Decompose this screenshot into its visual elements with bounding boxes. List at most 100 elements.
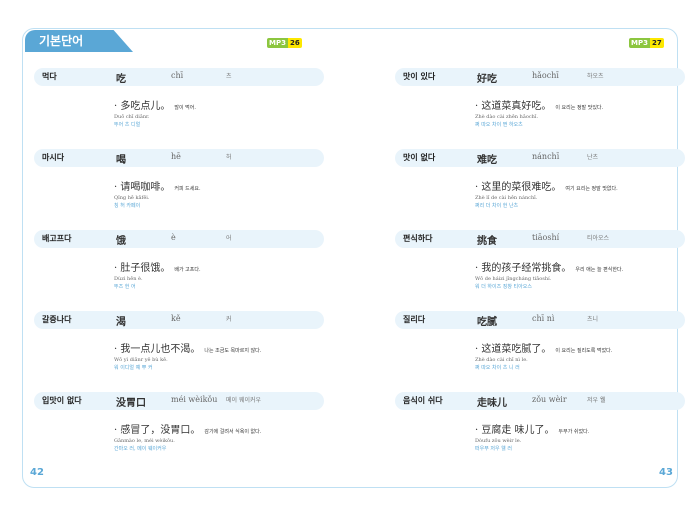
mp3-badge-right[interactable]: MP3 27 — [629, 38, 664, 48]
example-pronunciation: 뚜어 츠 디얼 — [114, 122, 141, 128]
example-sentence: · 我的孩子经常挑食。 우리 애는 늘 편식한다. Wǒ de háizi jīng… — [475, 256, 623, 290]
mp3-label: MP3 — [629, 38, 650, 48]
example-sentence: · 多吃点儿。 많이 먹어. Duō chī diǎnr. 뚜어 츠 디얼 — [114, 94, 196, 128]
example-translation: 이 요리는 정말 맛있다. — [555, 105, 604, 111]
chinese-word: 难吃 — [477, 155, 497, 166]
mp3-badge-left[interactable]: MP3 26 — [267, 38, 302, 48]
korean-word: 음식이 쉬다 — [403, 396, 443, 405]
chinese-word: 走味儿 — [477, 398, 507, 409]
mp3-track-number: 26 — [287, 38, 302, 48]
vocab-entry: 먹다 吃 chī 츠 · 多吃点儿。 많이 먹어. Duō chī diǎnr. 뚜어 츠 디… — [34, 68, 324, 150]
example-chinese: · 感冒了，没胃口。 — [114, 425, 201, 436]
korean-pronunciation: 어 — [226, 235, 232, 242]
chinese-word: 没胃口 — [116, 398, 146, 409]
example-pronunciation: 워 더 하이즈 징창 티아오스 — [475, 284, 532, 290]
example-sentence: · 我一点儿也不渴。 나는 조금도 목마르지 않다. Wǒ yì diǎnr yě … — [114, 337, 261, 371]
vocab-entry: 맛이 없다 难吃 nánchī 난츠 · 这里的菜很难吃。 여기 요리는 정말 맛없다. Z… — [395, 149, 685, 231]
example-translation: 이 요리는 질리도록 먹었다. — [555, 348, 613, 354]
pinyin: nánchī — [532, 152, 560, 161]
page-number-right: 43 — [659, 467, 673, 478]
korean-word: 맛이 없다 — [403, 153, 436, 162]
chinese-word: 吃腻 — [477, 317, 497, 328]
korean-word: 맛이 있다 — [403, 72, 436, 81]
example-pronunciation: 쩌리 더 차이 헌 난츠 — [475, 203, 519, 209]
example-pronunciation: 쩌 따오 차이 쩐 하오츠 — [475, 122, 523, 128]
pinyin: è — [171, 233, 176, 242]
pinyin: méi wèikǒu — [171, 395, 218, 404]
korean-word: 질리다 — [403, 315, 426, 324]
example-pinyin: Dùzi hěn è. — [114, 276, 143, 282]
korean-pronunciation: 저우 웰 — [587, 397, 606, 404]
vocab-entry: 음식이 쉬다 走味儿 zǒu wèir 저우 웰 · 豆腐走 味儿了。 두부가 쉬었다. D… — [395, 392, 685, 474]
example-pinyin: Qǐng hē kāfēi. — [114, 195, 150, 201]
example-pinyin: Wǒ yì diǎnr yě bù kě. — [114, 357, 168, 363]
chinese-word: 吃 — [116, 74, 126, 85]
vocab-entry: 편식하다 挑食 tiāoshí 티아오스 · 我的孩子经常挑食。 우리 애는 늘 편식한다… — [395, 230, 685, 312]
korean-pronunciation: 츠니 — [587, 316, 599, 323]
example-chinese: · 这里的菜很难吃。 — [475, 182, 562, 193]
korean-word: 편식하다 — [403, 234, 433, 243]
korean-word: 먹다 — [42, 72, 57, 81]
mp3-label: MP3 — [267, 38, 288, 48]
example-pinyin: Duō chī diǎnr. — [114, 114, 150, 120]
example-pinyin: Wǒ de háizi jīngcháng tiāoshí. — [475, 276, 552, 282]
example-translation: 많이 먹어. — [174, 105, 196, 111]
example-translation: 배가 고프다. — [174, 267, 201, 273]
example-chinese: · 肚子很饿。 — [114, 263, 171, 274]
example-chinese: · 我一点儿也不渴。 — [114, 344, 201, 355]
korean-pronunciation: 허 — [226, 154, 232, 161]
korean-word: 입맛이 없다 — [42, 396, 82, 405]
example-pronunciation: 뚜즈 헌 어 — [114, 284, 136, 290]
example-sentence: · 肚子很饿。 배가 고프다. Dùzi hěn è. 뚜즈 헌 어 — [114, 256, 201, 290]
example-chinese: · 这道菜吃腻了。 — [475, 344, 552, 355]
chinese-word: 喝 — [116, 155, 126, 166]
example-pinyin: Zhè dào cài chī nì le. — [475, 357, 528, 363]
korean-word: 마시다 — [42, 153, 65, 162]
korean-pronunciation: 츠 — [226, 73, 232, 80]
example-translation: 우리 애는 늘 편식한다. — [575, 267, 624, 273]
section-title: 기본단어 — [39, 34, 84, 48]
korean-pronunciation: 메이 웨이커우 — [226, 397, 262, 404]
pinyin: kě — [171, 314, 181, 323]
pinyin: hǎochī — [532, 71, 559, 80]
example-sentence: · 这里的菜很难吃。 여기 요리는 정말 맛없다. Zhè lǐ de cài hě… — [475, 175, 618, 209]
example-translation: 여기 요리는 정말 맛없다. — [565, 186, 618, 192]
vocab-entry: 갈증나다 渴 kě 커 · 我一点儿也不渴。 나는 조금도 목마르지 않다. Wǒ yì d… — [34, 311, 324, 393]
chinese-word: 挑食 — [477, 236, 497, 247]
example-sentence: · 感冒了，没胃口。 감기에 걸려서 식욕이 없다. Gǎnmào le, méi … — [114, 418, 261, 452]
pinyin: tiāoshí — [532, 233, 560, 242]
example-sentence: · 请喝咖啡。 커피 드세요. Qǐng hē kāfēi. 칭 허 카페이 — [114, 175, 201, 209]
vocab-entry: 질리다 吃腻 chī nì 츠니 · 这道菜吃腻了。 이 요리는 질리도록 먹었다. Zhè… — [395, 311, 685, 393]
pinyin: hē — [171, 152, 181, 161]
chinese-word: 饿 — [116, 236, 126, 247]
korean-pronunciation: 하오츠 — [587, 73, 604, 80]
pinyin: zǒu wèir — [532, 395, 567, 404]
korean-word: 갈증나다 — [42, 315, 72, 324]
example-pinyin: Zhè lǐ de cài hěn nánchī. — [475, 195, 538, 201]
page-number-left: 42 — [30, 467, 44, 478]
example-pronunciation: 떠우푸 저우 웰 러 — [475, 446, 512, 452]
example-sentence: · 豆腐走 味儿了。 두부가 쉬었다. Dòufu zǒu wèir le. 떠우푸 … — [475, 418, 589, 452]
vocab-entry: 배고프다 饿 è 어 · 肚子很饿。 배가 고프다. Dùzi hěn è. 뚜즈 헌 어 — [34, 230, 324, 312]
example-chinese: · 这道菜真好吃。 — [475, 101, 552, 112]
vocab-entry: 맛이 있다 好吃 hǎochī 하오츠 · 这道菜真好吃。 이 요리는 정말 맛있다. Zh… — [395, 68, 685, 150]
chinese-word: 渴 — [116, 317, 126, 328]
pinyin: chī — [171, 71, 184, 80]
example-chinese: · 豆腐走 味儿了。 — [475, 425, 555, 436]
example-chinese: · 我的孩子经常挑食。 — [475, 263, 572, 274]
vocab-entry: 마시다 喝 hē 허 · 请喝咖啡。 커피 드세요. Qǐng hē kāfēi. 칭 허 카… — [34, 149, 324, 231]
example-pinyin: Gǎnmào le, méi wèikǒu. — [114, 438, 175, 444]
korean-pronunciation: 커 — [226, 316, 232, 323]
example-chinese: · 请喝咖啡。 — [114, 182, 171, 193]
mp3-track-number: 27 — [649, 38, 664, 48]
example-translation: 나는 조금도 목마르지 않다. — [204, 348, 262, 354]
example-pinyin: Zhè dào cài zhēn hǎochī. — [475, 114, 539, 120]
korean-pronunciation: 티아오스 — [587, 235, 610, 242]
example-pronunciation: 칭 허 카페이 — [114, 203, 141, 209]
chinese-word: 好吃 — [477, 74, 497, 85]
example-sentence: · 这道菜吃腻了。 이 요리는 질리도록 먹었다. Zhè dào cài chī … — [475, 337, 612, 371]
example-pinyin: Dòufu zǒu wèir le. — [475, 438, 522, 444]
vocab-entry: 입맛이 없다 没胃口 méi wèikǒu 메이 웨이커우 · 感冒了，没胃口。 감기에 … — [34, 392, 324, 474]
example-translation: 두부가 쉬었다. — [558, 429, 590, 435]
example-pronunciation: 간마오 러, 메이 웨이커우 — [114, 446, 167, 452]
